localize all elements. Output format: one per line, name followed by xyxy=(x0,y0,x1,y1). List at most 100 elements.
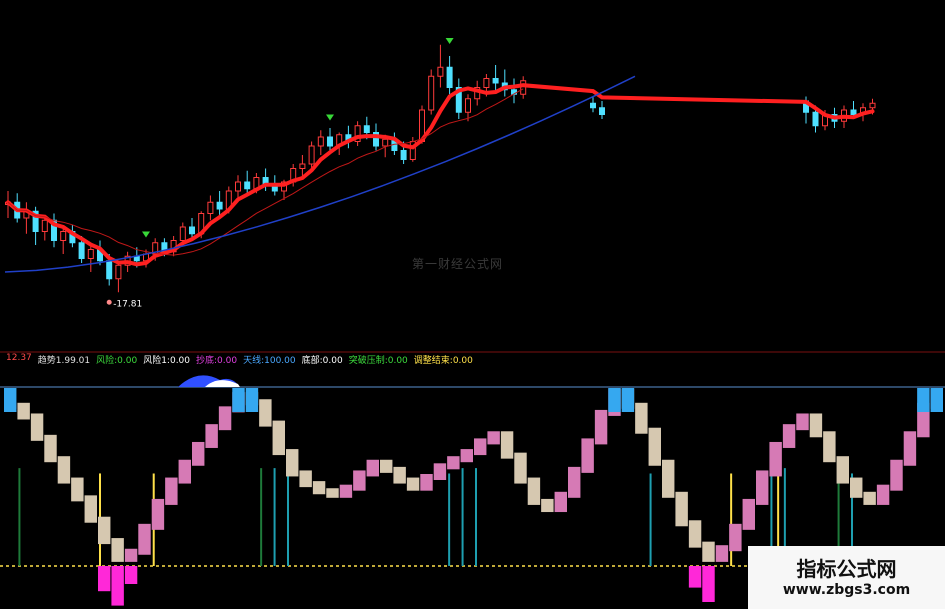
bottom-zone-bar xyxy=(688,566,702,588)
indicator-bar xyxy=(796,413,809,431)
indicator-bar xyxy=(890,459,903,491)
center-watermark: 第一财经公式网 xyxy=(412,257,504,271)
price-candle xyxy=(41,219,48,232)
bottom-zone-bar xyxy=(111,566,124,606)
price-candle xyxy=(87,249,94,259)
indicator-bar xyxy=(111,538,124,562)
right-candle xyxy=(850,109,857,115)
bottom-zone-bar xyxy=(702,566,715,602)
gap-candle xyxy=(599,107,605,115)
site-logo[interactable]: 指标公式网 www.zbgs3.com xyxy=(748,546,945,609)
price-candle xyxy=(446,66,453,88)
indicator-bar xyxy=(850,477,863,498)
indicator-bar xyxy=(715,545,729,562)
indicator-bar xyxy=(863,491,876,505)
price-candle xyxy=(437,66,444,77)
indicator-bar xyxy=(769,441,782,477)
legend-risk1: 风险1:0.00 xyxy=(143,356,191,366)
top-zone-bar xyxy=(608,388,621,412)
legend-breakout: 突破压制:0.00 xyxy=(348,356,408,366)
indicator-bar xyxy=(353,470,366,491)
price-candle xyxy=(308,145,315,165)
indicator-left-value: 12.37 xyxy=(6,353,32,363)
indicator-bar xyxy=(742,498,755,530)
ma-short-line xyxy=(6,83,875,267)
price-candle xyxy=(299,163,306,169)
indicator-bar xyxy=(393,466,406,484)
indicator-bar xyxy=(205,424,218,448)
indicator-bar xyxy=(594,409,608,445)
indicator-bar xyxy=(433,463,447,480)
indicator-bar xyxy=(876,484,890,505)
indicator-bar xyxy=(17,402,30,420)
price-candle xyxy=(207,201,214,214)
top-zone-bar xyxy=(621,388,635,412)
price-candle xyxy=(179,226,186,241)
indicator-bar xyxy=(903,431,917,466)
price-candle xyxy=(520,80,527,95)
legend-risk: 风险:0.00 xyxy=(96,356,138,366)
price-candle xyxy=(216,201,223,210)
indicator-bar xyxy=(648,427,661,466)
indicator-bar xyxy=(98,516,111,545)
top-zone-bar xyxy=(232,388,245,412)
top-zone-bar xyxy=(917,388,930,412)
indicator-bar xyxy=(635,402,648,434)
indicator-bar xyxy=(259,399,272,427)
indicator-bar xyxy=(514,452,527,484)
bottom-zone-bar xyxy=(98,566,111,592)
indicator-bar xyxy=(688,520,702,548)
indicator-bar xyxy=(124,548,138,562)
indicator-bar xyxy=(823,431,836,463)
price-candle xyxy=(483,78,490,88)
chart-stage: -17.81 12.37 趋势1.99.01 风险:0.00 风险1:0.00 … xyxy=(0,0,945,609)
bottom-zone-bar xyxy=(124,566,138,584)
indicator-bar xyxy=(662,459,675,498)
top-zone-bar xyxy=(930,388,943,412)
indicator-bar xyxy=(527,477,541,505)
price-candle xyxy=(189,226,195,235)
indicator-bar xyxy=(165,477,178,505)
legend-bottom: 底部:0.00 xyxy=(301,356,343,366)
indicator-bar xyxy=(568,466,581,498)
right-candle xyxy=(812,111,819,127)
top-zone-bar xyxy=(245,388,259,412)
signal-arrow-icon xyxy=(445,38,454,44)
indicator-bar xyxy=(756,470,769,505)
indicator-bar xyxy=(541,498,554,513)
indicator-bar xyxy=(809,413,823,438)
indicator-bar xyxy=(554,491,567,513)
price-candle xyxy=(382,138,389,147)
indicator-bar xyxy=(218,406,232,431)
indicator-bar xyxy=(138,523,151,555)
indicator-bar xyxy=(339,484,353,498)
indicator-bar xyxy=(702,541,715,562)
logo-url: www.zbgs3.com xyxy=(782,581,911,598)
indicator-bar xyxy=(675,491,688,527)
indicator-bar xyxy=(380,459,393,473)
indicator-bar xyxy=(192,441,205,466)
indicator-bar xyxy=(420,474,433,491)
low-marker xyxy=(106,299,112,305)
indicator-bar xyxy=(581,438,594,473)
indicator-bar xyxy=(326,488,339,498)
indicator-legend: 12.37 趋势1.99.01 风险:0.00 风险1:0.00 抄底:0.00… xyxy=(6,353,473,367)
indicator-bar xyxy=(312,481,326,495)
stock-chart: -17.81 xyxy=(0,38,945,606)
indicator-bar xyxy=(272,420,285,456)
indicator-bar xyxy=(729,523,742,552)
price-candle xyxy=(465,98,471,113)
indicator-bar xyxy=(71,477,84,502)
indicator-bar xyxy=(30,413,44,441)
price-candle xyxy=(428,75,435,111)
right-candle xyxy=(869,102,876,109)
logo-title: 指标公式网 xyxy=(796,556,897,581)
price-candle xyxy=(327,136,333,147)
legend-adjust-end: 调整结束:0.00 xyxy=(413,356,473,366)
indicator-bar xyxy=(500,431,514,459)
price-candle xyxy=(492,78,499,84)
top-zone-bar xyxy=(4,388,17,412)
indicator-bar xyxy=(460,449,473,463)
indicator-bar xyxy=(44,434,57,463)
signal-arrow-icon xyxy=(326,114,334,121)
